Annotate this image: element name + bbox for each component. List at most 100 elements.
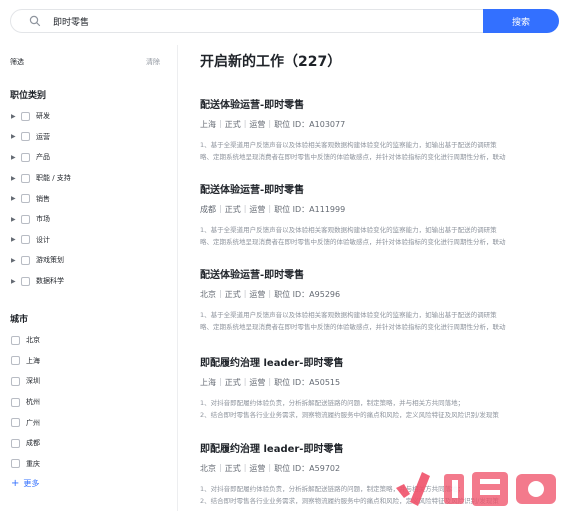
- job-meta: 北京 | 正式 | 运营 | 职位 ID：A95296: [200, 289, 341, 299]
- job-desc-line: 1、基于全渠道用户反馈声音以及体验相关客观数据构建体验变化的监察能力，如输出基于…: [200, 141, 497, 149]
- city-label: 上海: [26, 356, 40, 365]
- more-cities-button[interactable]: + 更多: [11, 478, 39, 489]
- checkbox[interactable]: [11, 335, 20, 345]
- city-item[interactable]: 杭州: [11, 392, 40, 413]
- category-label: 数据科学: [36, 277, 64, 286]
- caret-right-icon[interactable]: ▶: [11, 216, 21, 223]
- category-item[interactable]: ▶ 设计: [11, 230, 71, 251]
- checkbox[interactable]: [11, 376, 20, 386]
- job-title[interactable]: 即配履约治理 leader-即时零售: [200, 440, 558, 455]
- job-city: 成都: [200, 205, 216, 214]
- city-item[interactable]: 上海: [11, 351, 40, 372]
- job-desc-line: 略、定期系统地呈现消费者在即时零售中反馈的体验敏感点，并针对体验指标的变化进行周…: [200, 153, 506, 161]
- caret-right-icon[interactable]: ▶: [11, 257, 21, 264]
- job-desc-line: 1、基于全渠道用户反馈声音以及体验相关客观数据构建体验变化的监察能力，如输出基于…: [200, 311, 497, 319]
- job-card[interactable]: 配送体验运营-即时零售 成都 | 正式 | 运营 | 职位 ID：A111999 1、…: [200, 181, 558, 248]
- category-label: 销售: [36, 194, 50, 203]
- category-label: 研发: [36, 112, 50, 121]
- job-desc-line: 1、对抖音即配履约体验负责，分析拆解配送链路的问题，制定策略，并与相关方共同落地…: [200, 399, 465, 407]
- job-description: 1、基于全渠道用户反馈声音以及体验相关客观数据构建体验变化的监察能力，如输出基于…: [200, 224, 558, 248]
- category-item[interactable]: ▶ 产品: [11, 147, 71, 168]
- city-label: 杭州: [26, 398, 40, 407]
- category-list: ▶ 研发 ▶ 运营 ▶ 产品 ▶ 职能 / 支持 ▶ 销售 ▶ 市场 ▶ 设计 ▶ 游戏策划 ▶…: [11, 106, 71, 291]
- plus-icon: +: [11, 478, 20, 489]
- checkbox[interactable]: [21, 276, 30, 286]
- city-label: 深圳: [26, 377, 40, 386]
- category-item[interactable]: ▶ 职能 / 支持: [11, 168, 71, 189]
- job-city: 北京: [200, 290, 216, 299]
- job-desc-line: 1、基于全渠道用户反馈声音以及体验相关客观数据构建体验变化的监察能力，如输出基于…: [200, 226, 497, 234]
- job-type: 正式: [224, 120, 241, 129]
- checkbox[interactable]: [21, 255, 30, 265]
- checkbox[interactable]: [21, 152, 30, 162]
- job-category: 运营: [249, 378, 266, 387]
- checkbox[interactable]: [21, 214, 30, 224]
- city-title: 城市: [10, 315, 29, 325]
- city-item[interactable]: 重庆: [11, 454, 40, 475]
- category-item[interactable]: ▶ 数据科学: [11, 271, 71, 292]
- checkbox[interactable]: [11, 356, 20, 366]
- caret-right-icon[interactable]: ▶: [11, 278, 21, 285]
- job-category: 运营: [249, 205, 266, 214]
- job-meta: 上海 | 正式 | 运营 | 职位 ID：A50515: [200, 377, 341, 387]
- search-button[interactable]: 搜索: [483, 9, 559, 33]
- job-card[interactable]: 配送体验运营-即时零售 北京 | 正式 | 运营 | 职位 ID：A95296 1、基…: [200, 266, 558, 333]
- job-desc-line: 略、定期系统地呈现消费者在即时零售中反馈的体验敏感点，并针对体验指标的变化进行周…: [200, 323, 506, 331]
- job-card[interactable]: 即配履约治理 leader-即时零售 上海 | 正式 | 运营 | 职位 ID：A50…: [200, 354, 558, 421]
- job-category: 运营: [249, 290, 266, 299]
- brand-watermark-logo: [396, 472, 556, 506]
- category-item[interactable]: ▶ 运营: [11, 127, 71, 148]
- job-id: 职位 ID：A50515: [274, 378, 341, 387]
- job-title[interactable]: 配送体验运营-即时零售: [200, 181, 558, 196]
- job-city: 上海: [200, 378, 216, 387]
- category-label: 运营: [36, 132, 50, 141]
- category-label: 设计: [36, 235, 50, 244]
- clear-filter-button[interactable]: 清除: [146, 57, 160, 67]
- job-description: 1、对抖音即配履约体验负责，分析拆解配送链路的问题，制定策略，并与相关方共同落地…: [200, 397, 558, 421]
- caret-right-icon[interactable]: ▶: [11, 236, 21, 243]
- checkbox[interactable]: [11, 459, 20, 469]
- job-title[interactable]: 配送体验运营-即时零售: [200, 266, 558, 281]
- category-item[interactable]: ▶ 销售: [11, 188, 71, 209]
- filter-header: 筛选 清除: [10, 57, 160, 67]
- caret-right-icon[interactable]: ▶: [11, 195, 21, 202]
- checkbox[interactable]: [21, 132, 30, 142]
- city-item[interactable]: 深圳: [11, 371, 40, 392]
- job-category: 运营: [249, 464, 266, 473]
- checkbox[interactable]: [21, 235, 30, 245]
- category-label: 产品: [36, 153, 50, 162]
- search-bar: 搜索: [10, 9, 559, 33]
- city-item[interactable]: 广州: [11, 412, 40, 433]
- city-item[interactable]: 成都: [11, 433, 40, 454]
- job-type: 正式: [224, 290, 241, 299]
- job-card[interactable]: 配送体验运营-即时零售 上海 | 正式 | 运营 | 职位 ID：A103077 1、…: [200, 96, 558, 163]
- checkbox[interactable]: [11, 438, 20, 448]
- caret-right-icon[interactable]: ▶: [11, 154, 21, 161]
- job-title[interactable]: 即配履约治理 leader-即时零售: [200, 354, 558, 369]
- category-item[interactable]: ▶ 市场: [11, 209, 71, 230]
- category-item[interactable]: ▶ 研发: [11, 106, 71, 127]
- job-id: 职位 ID：A59702: [274, 464, 341, 473]
- caret-right-icon[interactable]: ▶: [11, 133, 21, 140]
- job-type: 正式: [224, 378, 241, 387]
- category-label: 市场: [36, 215, 50, 224]
- checkbox[interactable]: [21, 173, 30, 183]
- city-label: 成都: [26, 439, 40, 448]
- checkbox[interactable]: [11, 418, 20, 428]
- category-label: 职能 / 支持: [36, 174, 71, 183]
- search-input[interactable]: [53, 13, 473, 29]
- checkbox[interactable]: [11, 397, 20, 407]
- category-item[interactable]: ▶ 游戏策划: [11, 250, 71, 271]
- job-desc-line: 略、定期系统地呈现消费者在即时零售中反馈的体验敏感点，并针对体验指标的变化进行周…: [200, 238, 506, 246]
- checkbox[interactable]: [21, 111, 30, 121]
- job-category: 运营: [249, 120, 266, 129]
- caret-right-icon[interactable]: ▶: [11, 175, 21, 182]
- job-description: 1、基于全渠道用户反馈声音以及体验相关客观数据构建体验变化的监察能力，如输出基于…: [200, 309, 558, 333]
- category-label: 游戏策划: [36, 256, 64, 265]
- job-title[interactable]: 配送体验运营-即时零售: [200, 96, 558, 111]
- city-item[interactable]: 北京: [11, 330, 40, 351]
- checkbox[interactable]: [21, 194, 30, 204]
- job-desc-line: 2、结合即时零售各行业业务需求，洞察物流履约服务中的痛点和风险，定义风险特征及风…: [200, 411, 499, 419]
- caret-right-icon[interactable]: ▶: [11, 113, 21, 120]
- job-id: 职位 ID：A111999: [274, 205, 346, 214]
